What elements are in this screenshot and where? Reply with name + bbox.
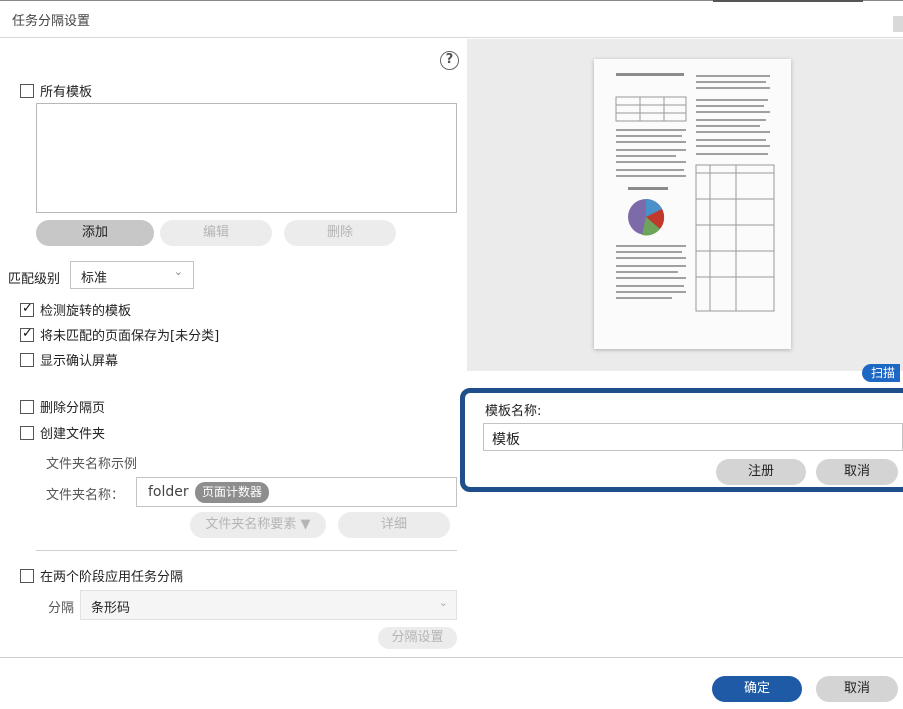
separator-settings-button[interactable]: 分隔设置 [378, 627, 457, 649]
title-bar: 任务分隔设置 [0, 0, 903, 38]
edit-template-button[interactable]: 编辑 [160, 220, 272, 246]
all-templates-label: 所有模板 [40, 85, 93, 100]
folder-example-label: 文件夹名称示例 [46, 457, 138, 472]
page-text-line [696, 81, 766, 83]
window-title: 任务分隔设置 [12, 14, 91, 29]
page-preview [594, 59, 791, 349]
delete-separator-checkbox[interactable]: 删除分隔页 [20, 397, 105, 416]
cancel-button[interactable]: 取消 [816, 676, 898, 702]
show-confirm-label: 显示确认屏幕 [40, 354, 119, 369]
help-icon[interactable]: ? [440, 51, 459, 70]
two-stage-checkbox[interactable]: 在两个阶段应用任务分隔 [20, 566, 183, 585]
checkbox-box[interactable] [20, 425, 34, 440]
save-unmatched-checkbox[interactable]: 将未匹配的页面保存为[未分类] [20, 325, 219, 344]
page-thumbnail-image [615, 73, 775, 312]
folder-name-element-button[interactable]: 文件夹名称要素 ▼ [190, 512, 326, 538]
separator-select[interactable]: 条形码 ⌄ [80, 590, 457, 620]
checkbox-box[interactable] [20, 326, 34, 342]
create-folder-checkbox[interactable]: 创建文件夹 [20, 423, 105, 442]
separator-value: 条形码 [91, 601, 131, 616]
page-counter-chip[interactable]: 页面计数器 [195, 482, 270, 503]
all-templates-checkbox[interactable]: 所有模板 [20, 81, 92, 100]
match-level-value: 标准 [81, 271, 108, 286]
checkbox-box[interactable] [20, 568, 34, 583]
show-confirm-checkbox[interactable]: 显示确认屏幕 [20, 350, 118, 369]
template-name-value: 模板 [492, 432, 520, 448]
folder-detail-button[interactable]: 详细 [338, 512, 450, 538]
page-text-line [696, 87, 770, 89]
save-unmatched-label: 将未匹配的页面保存为[未分类] [40, 329, 220, 344]
window-control[interactable] [893, 16, 903, 32]
two-stage-label: 在两个阶段应用任务分隔 [40, 570, 184, 585]
section-divider [36, 550, 457, 551]
folder-name-label: 文件夹名称： [46, 488, 125, 503]
page-table [695, 164, 775, 312]
footer-divider [0, 657, 903, 658]
match-level-label: 匹配级别 [8, 272, 61, 287]
create-folder-label: 创建文件夹 [40, 427, 106, 442]
page-table [615, 96, 687, 122]
delete-separator-label: 删除分隔页 [40, 401, 106, 416]
template-cancel-button[interactable]: 取消 [816, 459, 898, 485]
template-name-input[interactable]: 模板 [483, 423, 903, 451]
template-list[interactable] [36, 103, 457, 213]
chevron-down-icon: ⌄ [438, 596, 448, 609]
template-name-label: 模板名称: [485, 404, 542, 419]
match-level-select[interactable]: 标准 ⌄ [70, 261, 194, 289]
delete-template-button[interactable]: 删除 [284, 220, 396, 246]
page-text-line [696, 75, 770, 77]
checkbox-box[interactable] [20, 301, 34, 317]
ok-button[interactable]: 确定 [712, 676, 802, 702]
checkbox-box[interactable] [20, 399, 34, 414]
checkbox-box[interactable] [20, 83, 34, 98]
title-bar-accent-line [713, 0, 863, 2]
detect-rotated-checkbox[interactable]: 检测旋转的模板 [20, 300, 131, 319]
detect-rotated-label: 检测旋转的模板 [40, 304, 132, 319]
separator-label: 分隔 [48, 601, 75, 616]
register-button[interactable]: 注册 [716, 459, 806, 485]
folder-name-prefix: folder [148, 484, 189, 500]
folder-name-field[interactable]: folder 页面计数器 [136, 477, 457, 507]
chevron-down-icon: ⌄ [173, 265, 183, 278]
pie-chart-thumbnail [628, 199, 665, 236]
checkbox-box[interactable] [20, 352, 34, 367]
scan-button[interactable]: 扫描 [862, 364, 900, 382]
add-template-button[interactable]: 添加 [36, 220, 154, 246]
page-header-line [616, 73, 684, 76]
